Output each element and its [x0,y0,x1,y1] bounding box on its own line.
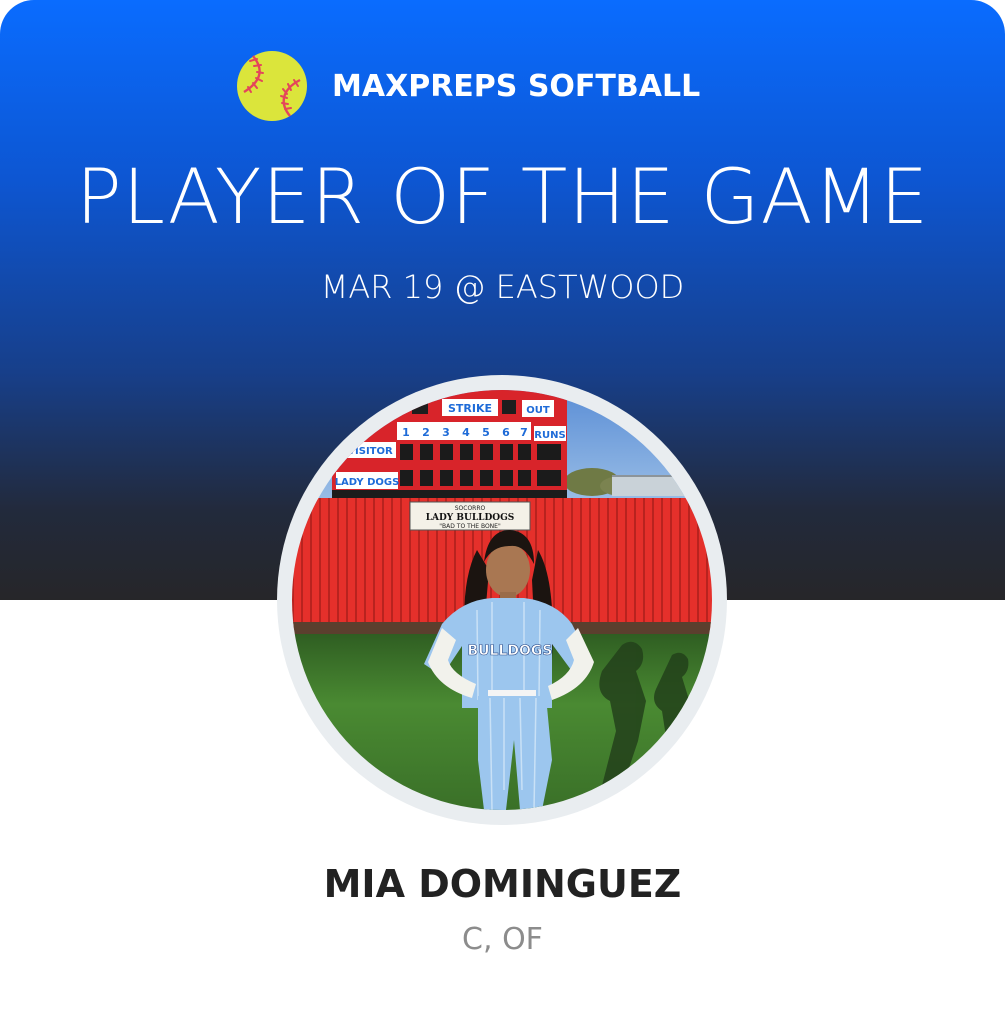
sign-line-1: SOCORRO [455,505,486,512]
inning-2-label: 2 [422,426,430,439]
player-name: MIA DOMINGUEZ [323,862,682,906]
player-position: C, OF [462,922,543,957]
sign-line-2: LADY BULLDOGS [426,513,515,523]
player-of-the-game-card: MAXPREPS SOFTBALL PLAYER OF THE GAME MAR… [0,0,1005,1020]
player-photo: STRIKE OUT 1 2 3 4 5 6 7 RUNS VISITOR LA… [292,390,712,810]
brand-name: MAXPREPS SOFTBALL [332,68,701,104]
inning-4-label: 4 [462,426,470,439]
inning-6-label: 6 [502,426,510,439]
scoreboard-out-label: OUT [526,405,550,416]
brand: MAXPREPS SOFTBALL [236,50,700,122]
scoreboard-strike-label: STRIKE [448,402,492,415]
inning-3-label: 3 [442,426,450,439]
jersey-lettering: BULLDOGS [468,643,553,659]
scoreboard-home-label: LADY DOGS [335,477,400,488]
team-sign: SOCORRO LADY BULLDOGS "BAD TO THE BONE" [409,501,531,531]
inning-1-label: 1 [402,426,410,439]
inning-5-label: 5 [482,426,490,439]
inning-7-label: 7 [520,426,528,439]
softball-icon [237,51,307,121]
game-date-opponent: MAR 19 @ EASTWOOD [320,268,685,306]
scoreboard-runs-label: RUNS [534,430,565,441]
sign-line-3: "BAD TO THE BONE" [439,523,501,530]
page-title: PLAYER OF THE GAME [75,152,930,241]
